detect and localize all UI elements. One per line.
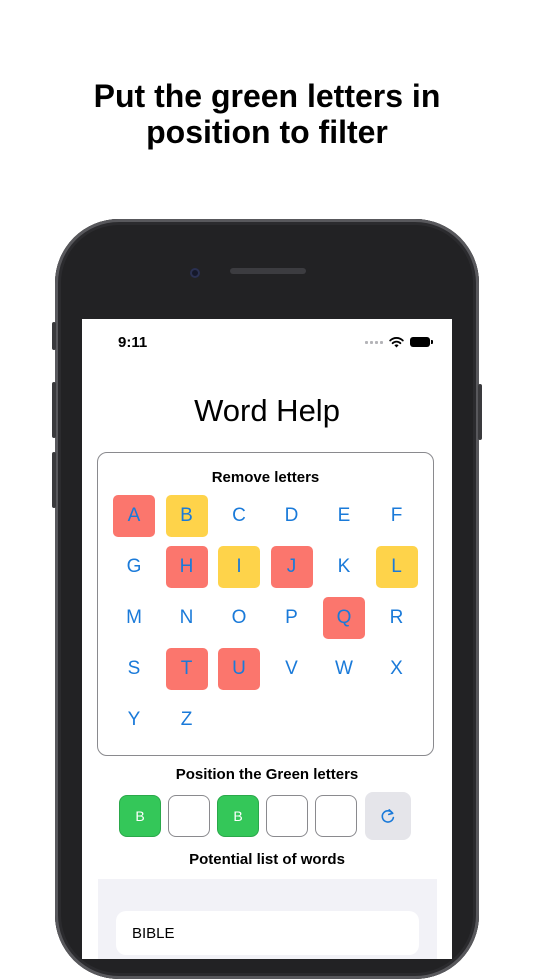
status-time: 9:11	[118, 334, 148, 351]
letter-key-y[interactable]: Y	[113, 699, 155, 741]
headline-line-2: position to filter	[146, 114, 388, 150]
letter-key-r[interactable]: R	[376, 597, 418, 639]
letter-key-n[interactable]: N	[166, 597, 208, 639]
position-slot-3[interactable]: B	[217, 795, 259, 837]
power-button	[478, 384, 482, 440]
letter-key-j[interactable]: J	[270, 546, 313, 588]
status-icons	[365, 334, 433, 350]
reset-button[interactable]	[365, 792, 411, 840]
letter-key-i[interactable]: I	[218, 546, 260, 588]
letter-key-b[interactable]: B	[165, 495, 208, 537]
letter-key-w[interactable]: W	[323, 648, 365, 690]
position-slot-1[interactable]: B	[119, 795, 161, 837]
position-slot-4[interactable]	[266, 795, 308, 837]
volume-down-button	[52, 452, 56, 508]
signal-dots-icon	[365, 340, 383, 344]
front-camera	[190, 268, 200, 278]
silent-switch	[52, 322, 56, 350]
word-list: BIBLE	[98, 879, 437, 959]
letter-key-z[interactable]: Z	[166, 699, 208, 741]
letter-key-f[interactable]: F	[376, 495, 418, 537]
volume-up-button	[52, 382, 56, 438]
letter-key-m[interactable]: M	[113, 597, 155, 639]
position-slots: BB	[119, 792, 411, 840]
letter-key-c[interactable]: C	[218, 495, 260, 537]
letter-key-s[interactable]: S	[113, 648, 155, 690]
remove-letters-panel: Remove letters ABCDEF GHIJKL MNOPQR STUVWX Y…	[97, 452, 434, 756]
letter-key-g[interactable]: G	[113, 546, 155, 588]
position-slot-2[interactable]	[168, 795, 210, 837]
marketing-headline: Put the green letters in position to fil…	[0, 78, 534, 150]
letter-key-e[interactable]: E	[323, 495, 365, 537]
refresh-icon	[381, 809, 395, 823]
position-section-title: Position the Green letters	[175, 766, 359, 783]
letter-key-q[interactable]: Q	[323, 597, 365, 639]
letter-key-l[interactable]: L	[375, 546, 418, 588]
headline-line-1: Put the green letters in	[93, 78, 441, 114]
letter-key-a[interactable]: A	[113, 495, 155, 537]
letter-key-t[interactable]: T	[165, 648, 208, 690]
phone-screen: 9:11 Word Help Remove letters ABCDEFGHIJ…	[82, 319, 452, 959]
letter-key-v[interactable]: V	[271, 648, 313, 690]
battery-icon	[410, 337, 433, 347]
letter-key-h[interactable]: H	[165, 546, 208, 588]
letter-key-x[interactable]: X	[376, 648, 418, 690]
wifi-icon	[389, 337, 404, 348]
letter-key-u[interactable]: U	[218, 648, 260, 690]
position-slot-5[interactable]	[315, 795, 357, 837]
word-list-title: Potential list of words	[189, 851, 345, 868]
word-list-item[interactable]: BIBLE	[116, 911, 419, 955]
letter-key-o[interactable]: O	[218, 597, 260, 639]
letter-key-d[interactable]: D	[271, 495, 313, 537]
letter-key-k[interactable]: K	[323, 546, 365, 588]
app-title: Word Help	[194, 393, 340, 428]
remove-letters-title: Remove letters	[211, 469, 320, 486]
letter-grid: ABCDEF GHIJKL MNOPQR STUVWX YZ	[113, 495, 423, 750]
earpiece-speaker	[230, 268, 306, 274]
letter-key-p[interactable]: P	[271, 597, 313, 639]
